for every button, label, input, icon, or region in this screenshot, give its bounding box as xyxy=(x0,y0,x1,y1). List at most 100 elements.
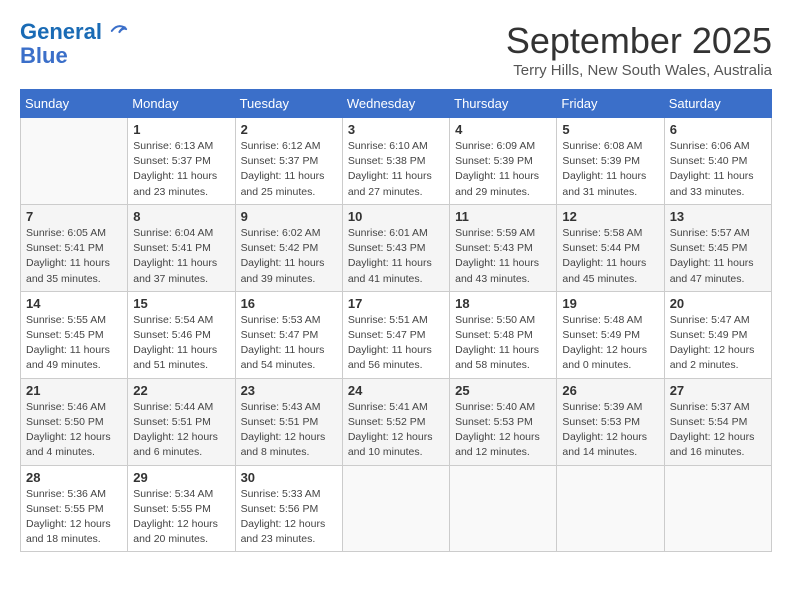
day-number: 20 xyxy=(670,296,766,311)
day-info: Sunrise: 5:54 AMSunset: 5:46 PMDaylight:… xyxy=(133,313,229,374)
title-block: September 2025 Terry Hills, New South Wa… xyxy=(506,20,772,79)
day-number: 6 xyxy=(670,122,766,137)
calendar-cell: 28 Sunrise: 5:36 AMSunset: 5:55 PMDayligh… xyxy=(21,465,128,552)
day-number: 26 xyxy=(562,383,658,398)
day-info: Sunrise: 5:47 AMSunset: 5:49 PMDaylight:… xyxy=(670,313,766,374)
calendar-cell xyxy=(450,465,557,552)
day-info: Sunrise: 6:02 AMSunset: 5:42 PMDaylight:… xyxy=(241,226,337,287)
day-info: Sunrise: 5:34 AMSunset: 5:55 PMDaylight:… xyxy=(133,487,229,548)
calendar-cell xyxy=(342,465,449,552)
calendar-cell xyxy=(557,465,664,552)
header-saturday: Saturday xyxy=(664,90,771,118)
day-info: Sunrise: 6:04 AMSunset: 5:41 PMDaylight:… xyxy=(133,226,229,287)
day-info: Sunrise: 6:06 AMSunset: 5:40 PMDaylight:… xyxy=(670,139,766,200)
day-number: 8 xyxy=(133,209,229,224)
day-number: 5 xyxy=(562,122,658,137)
day-info: Sunrise: 5:48 AMSunset: 5:49 PMDaylight:… xyxy=(562,313,658,374)
calendar-cell: 24 Sunrise: 5:41 AMSunset: 5:52 PMDayligh… xyxy=(342,378,449,465)
day-number: 17 xyxy=(348,296,444,311)
calendar-cell: 1Sunrise: 6:13 AMSunset: 5:37 PMDaylight… xyxy=(128,118,235,205)
day-number: 29 xyxy=(133,470,229,485)
header-monday: Monday xyxy=(128,90,235,118)
header-sunday: Sunday xyxy=(21,90,128,118)
calendar-cell: 16 Sunrise: 5:53 AMSunset: 5:47 PMDayligh… xyxy=(235,291,342,378)
day-number: 24 xyxy=(348,383,444,398)
calendar-cell: 25 Sunrise: 5:40 AMSunset: 5:53 PMDayligh… xyxy=(450,378,557,465)
week-row-4: 21 Sunrise: 5:46 AMSunset: 5:50 PMDayligh… xyxy=(21,378,772,465)
week-row-1: 1Sunrise: 6:13 AMSunset: 5:37 PMDaylight… xyxy=(21,118,772,205)
day-number: 23 xyxy=(241,383,337,398)
day-info: Sunrise: 6:01 AMSunset: 5:43 PMDaylight:… xyxy=(348,226,444,287)
day-info: Sunrise: 5:51 AMSunset: 5:47 PMDaylight:… xyxy=(348,313,444,374)
logo-bird-icon xyxy=(110,21,128,39)
header-thursday: Thursday xyxy=(450,90,557,118)
week-row-5: 28 Sunrise: 5:36 AMSunset: 5:55 PMDayligh… xyxy=(21,465,772,552)
day-number: 12 xyxy=(562,209,658,224)
day-number: 19 xyxy=(562,296,658,311)
day-number: 25 xyxy=(455,383,551,398)
day-info: Sunrise: 6:05 AMSunset: 5:41 PMDaylight:… xyxy=(26,226,122,287)
day-number: 21 xyxy=(26,383,122,398)
day-info: Sunrise: 5:53 AMSunset: 5:47 PMDaylight:… xyxy=(241,313,337,374)
day-info: Sunrise: 5:44 AMSunset: 5:51 PMDaylight:… xyxy=(133,400,229,461)
header-friday: Friday xyxy=(557,90,664,118)
day-info: Sunrise: 5:36 AMSunset: 5:55 PMDaylight:… xyxy=(26,487,122,548)
week-row-3: 14Sunrise: 5:55 AMSunset: 5:45 PMDayligh… xyxy=(21,291,772,378)
day-info: Sunrise: 5:43 AMSunset: 5:51 PMDaylight:… xyxy=(241,400,337,461)
day-number: 4 xyxy=(455,122,551,137)
calendar-cell: 11 Sunrise: 5:59 AMSunset: 5:43 PMDayligh… xyxy=(450,204,557,291)
calendar-cell: 18Sunrise: 5:50 AMSunset: 5:48 PMDayligh… xyxy=(450,291,557,378)
day-info: Sunrise: 5:59 AMSunset: 5:43 PMDaylight:… xyxy=(455,226,551,287)
calendar-cell: 14Sunrise: 5:55 AMSunset: 5:45 PMDayligh… xyxy=(21,291,128,378)
calendar-cell: 26 Sunrise: 5:39 AMSunset: 5:53 PMDayligh… xyxy=(557,378,664,465)
calendar-cell: 12 Sunrise: 5:58 AMSunset: 5:44 PMDayligh… xyxy=(557,204,664,291)
day-info: Sunrise: 5:39 AMSunset: 5:53 PMDaylight:… xyxy=(562,400,658,461)
day-number: 3 xyxy=(348,122,444,137)
logo: General Blue xyxy=(20,20,128,68)
week-row-2: 7 Sunrise: 6:05 AMSunset: 5:41 PMDaylight… xyxy=(21,204,772,291)
day-number: 27 xyxy=(670,383,766,398)
calendar-cell: 27Sunrise: 5:37 AMSunset: 5:54 PMDayligh… xyxy=(664,378,771,465)
day-number: 2 xyxy=(241,122,337,137)
month-title: September 2025 xyxy=(506,20,772,62)
calendar-table: SundayMondayTuesdayWednesdayThursdayFrid… xyxy=(20,89,772,552)
day-number: 14 xyxy=(26,296,122,311)
calendar-cell: 9 Sunrise: 6:02 AMSunset: 5:42 PMDaylight… xyxy=(235,204,342,291)
calendar-cell: 21 Sunrise: 5:46 AMSunset: 5:50 PMDayligh… xyxy=(21,378,128,465)
calendar-cell xyxy=(664,465,771,552)
calendar-cell: 19 Sunrise: 5:48 AMSunset: 5:49 PMDayligh… xyxy=(557,291,664,378)
calendar-cell: 15 Sunrise: 5:54 AMSunset: 5:46 PMDayligh… xyxy=(128,291,235,378)
day-number: 9 xyxy=(241,209,337,224)
day-info: Sunrise: 6:09 AMSunset: 5:39 PMDaylight:… xyxy=(455,139,551,200)
day-number: 10 xyxy=(348,209,444,224)
day-number: 18 xyxy=(455,296,551,311)
day-info: Sunrise: 5:58 AMSunset: 5:44 PMDaylight:… xyxy=(562,226,658,287)
calendar-cell: 3Sunrise: 6:10 AMSunset: 5:38 PMDaylight… xyxy=(342,118,449,205)
day-number: 28 xyxy=(26,470,122,485)
calendar-cell: 7 Sunrise: 6:05 AMSunset: 5:41 PMDaylight… xyxy=(21,204,128,291)
day-number: 16 xyxy=(241,296,337,311)
calendar-cell: 10 Sunrise: 6:01 AMSunset: 5:43 PMDayligh… xyxy=(342,204,449,291)
day-number: 11 xyxy=(455,209,551,224)
header-wednesday: Wednesday xyxy=(342,90,449,118)
day-number: 15 xyxy=(133,296,229,311)
logo-text: General xyxy=(20,20,128,44)
logo-subtext: Blue xyxy=(20,44,128,68)
day-number: 1 xyxy=(133,122,229,137)
calendar-cell: 30Sunrise: 5:33 AMSunset: 5:56 PMDayligh… xyxy=(235,465,342,552)
calendar-cell: 20 Sunrise: 5:47 AMSunset: 5:49 PMDayligh… xyxy=(664,291,771,378)
calendar-cell: 17 Sunrise: 5:51 AMSunset: 5:47 PMDayligh… xyxy=(342,291,449,378)
calendar-cell: 8 Sunrise: 6:04 AMSunset: 5:41 PMDaylight… xyxy=(128,204,235,291)
calendar-cell: 2 Sunrise: 6:12 AMSunset: 5:37 PMDaylight… xyxy=(235,118,342,205)
day-info: Sunrise: 5:41 AMSunset: 5:52 PMDaylight:… xyxy=(348,400,444,461)
calendar-cell: 22 Sunrise: 5:44 AMSunset: 5:51 PMDayligh… xyxy=(128,378,235,465)
day-number: 22 xyxy=(133,383,229,398)
calendar-cell: 5Sunrise: 6:08 AMSunset: 5:39 PMDaylight… xyxy=(557,118,664,205)
page-header: General Blue September 2025 Terry Hills,… xyxy=(20,20,772,79)
day-number: 7 xyxy=(26,209,122,224)
day-number: 13 xyxy=(670,209,766,224)
day-info: Sunrise: 6:12 AMSunset: 5:37 PMDaylight:… xyxy=(241,139,337,200)
day-number: 30 xyxy=(241,470,337,485)
day-info: Sunrise: 5:46 AMSunset: 5:50 PMDaylight:… xyxy=(26,400,122,461)
day-info: Sunrise: 5:40 AMSunset: 5:53 PMDaylight:… xyxy=(455,400,551,461)
